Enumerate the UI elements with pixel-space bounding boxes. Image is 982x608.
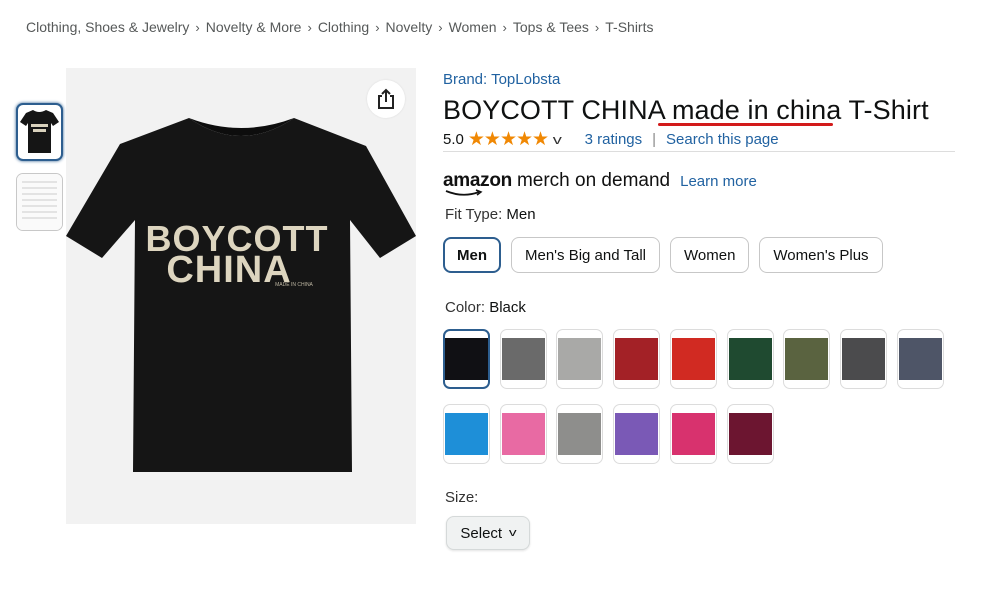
color-swatch[interactable] xyxy=(443,404,490,464)
fit-option-women[interactable]: Women xyxy=(670,237,750,273)
shirt-print-line2: CHINA xyxy=(166,249,291,291)
color-swatch[interactable] xyxy=(613,404,661,464)
star-icon: ★ xyxy=(483,128,501,150)
size-select-dropdown[interactable]: Select v xyxy=(446,516,530,550)
color-swatch[interactable] xyxy=(669,329,717,389)
color-swatch-chip xyxy=(785,338,829,380)
product-title: BOYCOTT CHINA made in china T-Shirt xyxy=(443,95,929,126)
color-swatch-chip xyxy=(841,338,885,380)
divider-pipe: | xyxy=(652,130,657,148)
chevron-down-icon: v xyxy=(508,527,517,539)
color-swatch-chip xyxy=(558,413,602,455)
fit-type-label: Fit Type: Men xyxy=(445,206,536,223)
fit-option-womens-plus[interactable]: Women's Plus xyxy=(759,237,883,273)
color-swatch[interactable] xyxy=(443,329,490,389)
fit-option-mens-big-and-tall[interactable]: Men's Big and Tall xyxy=(511,237,660,273)
color-swatch[interactable] xyxy=(896,329,944,389)
highlight-underline xyxy=(658,123,833,126)
merch-tagline: merch on demand xyxy=(516,170,671,191)
rating-value: 5.0 xyxy=(443,130,464,148)
color-swatch[interactable] xyxy=(499,404,547,464)
color-swatch-chip xyxy=(615,413,659,455)
color-selected: Black xyxy=(489,299,526,316)
color-swatch-chip xyxy=(615,338,659,380)
chevron-down-icon[interactable]: v xyxy=(553,132,562,147)
breadcrumb-item[interactable]: Clothing xyxy=(318,19,369,35)
breadcrumb: Clothing, Shoes & Jewelry › Novelty & More… xyxy=(26,19,653,35)
breadcrumb-item[interactable]: Novelty & More xyxy=(206,19,302,35)
size-label: Size: xyxy=(445,489,479,506)
fit-type-options: Men Men's Big and Tall Women Women's Plu… xyxy=(443,237,893,273)
section-divider xyxy=(443,151,955,152)
breadcrumb-separator: › xyxy=(375,20,380,35)
thumbnail-shirt-front[interactable] xyxy=(16,103,63,161)
title-suffix: T-Shirt xyxy=(841,95,929,125)
tshirt-thumbnail-icon xyxy=(20,110,59,153)
star-rating[interactable]: ★ ★ ★ ★ ★ xyxy=(467,128,550,150)
color-swatch-chip xyxy=(445,338,488,380)
color-swatch-chip xyxy=(558,338,602,380)
title-highlight: made in china xyxy=(671,95,842,125)
title-prefix: BOYCOTT CHINA xyxy=(443,95,672,125)
breadcrumb-separator: › xyxy=(195,20,200,35)
learn-more-link[interactable]: Learn more xyxy=(680,173,757,190)
color-swatch[interactable] xyxy=(726,404,774,464)
color-swatch-chip xyxy=(501,413,545,455)
merch-on-demand-row: amazon merch on demand Learn more xyxy=(443,166,757,196)
color-swatch-chip xyxy=(728,413,772,455)
star-icon: ★ xyxy=(467,128,485,150)
tshirt-image: BOYCOTT CHINA MADE IN CHINA xyxy=(66,68,416,524)
ratings-link[interactable]: 3 ratings xyxy=(585,131,643,148)
color-swatch-chip xyxy=(728,338,772,380)
size-chart-thumbnail-icon xyxy=(17,174,62,230)
color-swatch[interactable] xyxy=(613,329,661,389)
star-icon: ★ xyxy=(532,128,550,150)
share-icon xyxy=(378,88,394,109)
share-button[interactable] xyxy=(367,80,405,118)
shirt-print-small: MADE IN CHINA xyxy=(275,282,313,288)
brand-link[interactable]: Brand: TopLobsta xyxy=(443,71,560,88)
fit-option-men[interactable]: Men xyxy=(443,237,501,273)
product-image[interactable]: BOYCOTT CHINA MADE IN CHINA xyxy=(66,68,416,524)
color-swatch[interactable] xyxy=(839,329,887,389)
breadcrumb-separator: › xyxy=(502,20,507,35)
rating-row: 5.0 ★ ★ ★ ★ ★ v 3 ratings | Search this … xyxy=(443,128,779,150)
color-swatch-chip xyxy=(898,338,942,380)
color-swatch[interactable] xyxy=(726,329,774,389)
color-swatch[interactable] xyxy=(499,329,547,389)
star-icon: ★ xyxy=(516,128,534,150)
color-label: Color: Black xyxy=(445,299,526,316)
color-swatch[interactable] xyxy=(556,329,604,389)
color-swatch[interactable] xyxy=(669,404,717,464)
breadcrumb-item[interactable]: Novelty xyxy=(386,19,433,35)
color-swatch-chip xyxy=(501,338,545,380)
amazon-smile-icon xyxy=(445,189,483,196)
color-swatch[interactable] xyxy=(556,404,604,464)
thumbnail-size-chart[interactable] xyxy=(16,173,63,231)
search-page-link[interactable]: Search this page xyxy=(666,131,779,148)
size-select-label: Select xyxy=(460,524,503,542)
fit-type-selected: Men xyxy=(506,206,536,223)
color-swatch-chip xyxy=(671,338,715,380)
color-swatch-chip xyxy=(445,413,488,455)
breadcrumb-item[interactable]: Clothing, Shoes & Jewelry xyxy=(26,19,189,35)
breadcrumb-separator: › xyxy=(594,20,600,35)
amazon-logo: amazon xyxy=(443,170,512,196)
star-icon: ★ xyxy=(499,128,517,150)
breadcrumb-item[interactable]: Women xyxy=(449,19,497,35)
breadcrumb-item[interactable]: Tops & Tees xyxy=(513,19,589,35)
breadcrumb-separator: › xyxy=(438,20,443,35)
breadcrumb-item[interactable]: T-Shirts xyxy=(605,19,653,35)
color-swatch-chip xyxy=(671,413,715,455)
color-swatch[interactable] xyxy=(783,329,831,389)
breadcrumb-separator: › xyxy=(307,20,312,35)
